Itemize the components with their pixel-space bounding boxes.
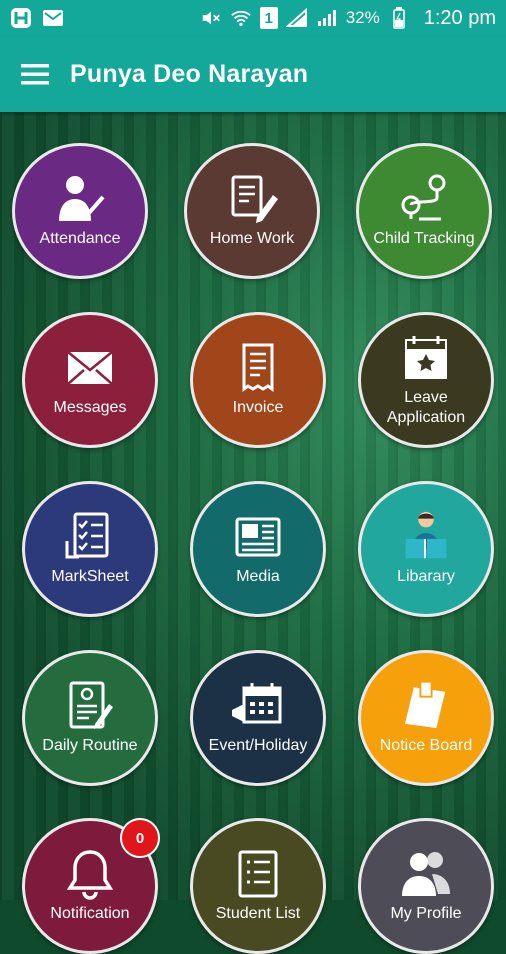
calendar-star-icon: [398, 332, 454, 384]
wifi-icon: [230, 7, 252, 29]
tile-label: Attendance: [39, 230, 121, 247]
battery-percent: 32%: [345, 8, 380, 27]
route-icon: [396, 173, 452, 225]
tile-label: Notification: [50, 905, 130, 922]
tile-label: Libarary: [397, 568, 455, 585]
reader-icon: [398, 511, 454, 563]
tile-attendance[interactable]: Attendance: [12, 143, 148, 279]
event-calendar-icon: [230, 680, 286, 732]
newspaper-icon: [230, 511, 286, 563]
mail-icon: [42, 7, 64, 29]
tile-marksheet[interactable]: MarkSheet: [22, 481, 158, 617]
tile-label: Child Tracking: [373, 230, 475, 247]
attendance-icon: [52, 173, 108, 225]
receipt-icon: [230, 342, 286, 394]
signal-icon: [285, 7, 308, 29]
status-right: 1 32% 1:20 pm: [200, 7, 496, 30]
tile-student-list[interactable]: Student List: [190, 818, 326, 954]
notice-icon: [398, 680, 454, 732]
page-title: Punya Deo Narayan: [70, 59, 309, 88]
sim-icon: 1: [259, 7, 278, 29]
tile-home-work[interactable]: Home Work: [184, 143, 320, 279]
tile-label: MarkSheet: [51, 568, 129, 585]
tile-label: Daily Routine: [42, 737, 138, 754]
tile-my-profile[interactable]: My Profile: [358, 818, 494, 954]
tile-libarary[interactable]: Libarary: [358, 481, 494, 617]
bell-icon: [62, 848, 118, 900]
app-bar: Punya Deo Narayan: [0, 36, 506, 112]
hamburger-icon: [21, 64, 49, 85]
signal-icon: [316, 7, 338, 29]
status-bar: 1 32% 1:20 pm: [0, 0, 506, 36]
tile-event-holiday[interactable]: Event/Holiday: [190, 650, 326, 786]
list-icon: [230, 848, 286, 900]
tile-child-tracking[interactable]: Child Tracking: [356, 143, 492, 279]
tile-label: Student List: [215, 905, 301, 922]
app-icon: [10, 7, 32, 29]
profile-icon: [398, 848, 454, 900]
tile-label: Leave Application: [386, 389, 466, 426]
battery-icon: [388, 7, 410, 29]
tile-label: Messages: [53, 399, 127, 416]
notification-badge: 0: [120, 818, 160, 858]
tile-leave-application[interactable]: Leave Application: [358, 312, 494, 448]
envelope-icon: [62, 342, 118, 394]
tile-media[interactable]: Media: [190, 481, 326, 617]
tile-daily-routine[interactable]: Daily Routine: [22, 650, 158, 786]
menu-button[interactable]: [0, 36, 70, 112]
tile-label: Event/Holiday: [208, 737, 308, 754]
tile-messages[interactable]: Messages: [22, 312, 158, 448]
routine-icon: [62, 680, 118, 732]
tile-invoice[interactable]: Invoice: [190, 312, 326, 448]
tile-label: Invoice: [232, 399, 284, 416]
tile-label: Notice Board: [379, 737, 473, 754]
tile-label: Home Work: [209, 230, 295, 247]
tile-notice-board[interactable]: Notice Board: [358, 650, 494, 786]
checklist-icon: [62, 511, 118, 563]
homework-icon: [224, 173, 280, 225]
clock: 1:20 pm: [423, 6, 496, 29]
mute-icon: [200, 7, 222, 29]
tile-label: My Profile: [390, 905, 462, 922]
status-left: [10, 7, 64, 29]
tile-label: Media: [236, 568, 280, 585]
